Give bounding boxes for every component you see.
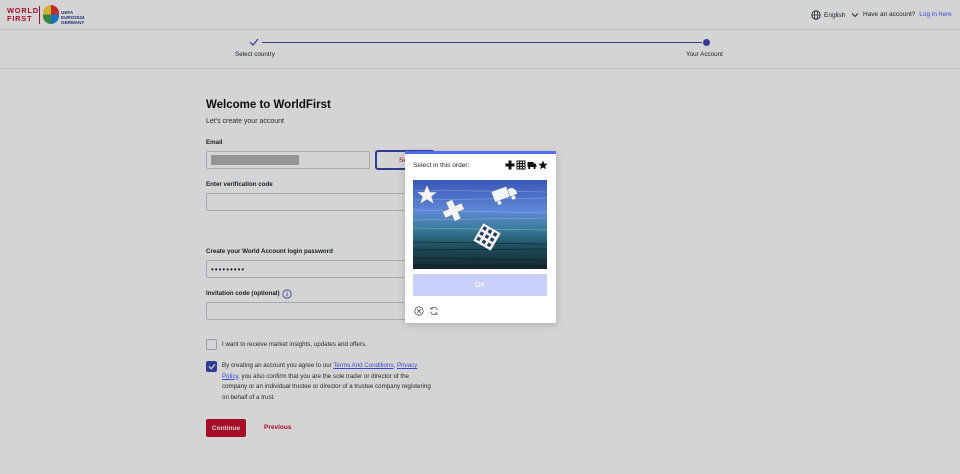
waffle-icon <box>516 160 526 170</box>
captcha-dialog: Select in this order: OK <box>405 151 556 323</box>
captcha-puzzle-image[interactable] <box>413 180 547 269</box>
cross-icon <box>505 160 515 170</box>
captcha-ok-button[interactable]: OK <box>413 274 547 296</box>
truck-icon <box>527 162 537 170</box>
close-icon[interactable] <box>414 306 424 316</box>
captcha-target-sequence <box>505 160 548 170</box>
captcha-image[interactable] <box>413 180 547 269</box>
star-icon <box>538 160 548 170</box>
refresh-icon[interactable] <box>429 306 439 316</box>
captcha-instruction: Select in this order: <box>413 162 470 169</box>
